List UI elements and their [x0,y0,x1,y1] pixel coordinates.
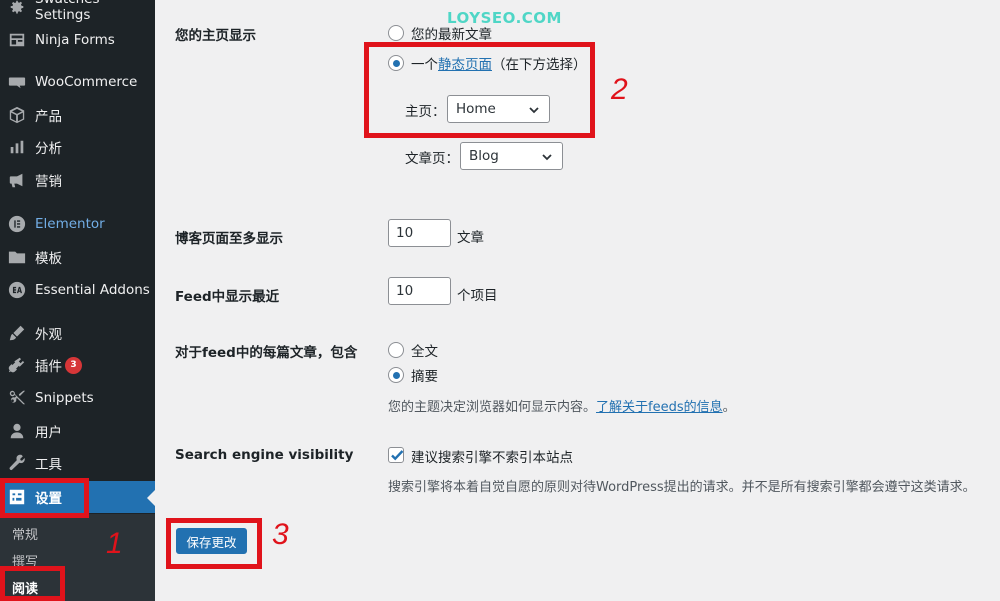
annotation-number-3: 3 [272,518,289,551]
menu-item-appearance[interactable]: 外观 [0,317,155,349]
active-menu-arrow [147,490,155,506]
menu-item-label: Swatches Settings [35,0,100,23]
discourage-search-label: 建议搜索引擎不索引本站点 [411,450,573,466]
annotation-box-settings [0,478,89,518]
menu-item-elementor[interactable]: Elementor [0,208,155,240]
box-icon [8,106,26,124]
feed-content-label: 对于feed中的每篇文章，包含 [175,345,358,361]
megaphone-icon [8,171,26,189]
feeds-info-link[interactable]: 了解关于feeds的信息 [596,400,723,415]
menu-item-label: WooCommerce [35,74,138,90]
gear-icon [8,0,26,16]
feed-items-unit: 个项目 [457,288,498,304]
chevron-down-icon [542,154,552,161]
menu-item-marketing[interactable]: 营销 [0,164,155,196]
menu-item-users[interactable]: 用户 [0,415,155,447]
discourage-search-checkbox[interactable] [388,447,404,463]
search-visibility-description: 搜索引擎将本着自觉自愿的原则对待WordPress提出的请求。并不是所有搜索引擎… [388,480,976,495]
menu-item-label: 用户 [35,425,62,441]
homepage-display-label: 您的主页显示 [175,28,256,44]
posts-page-select-value: Blog [469,148,499,164]
annotation-box-save [166,518,262,569]
menu-item-label: 分析 [35,141,62,157]
woocommerce-icon [8,73,26,91]
feed-summary-radio[interactable] [388,367,404,383]
feed-full-text-radio[interactable] [388,342,404,358]
menu-item-products[interactable]: 产品 [0,99,155,131]
feed-description-text: 您的主题决定浏览器如何显示内容。 [388,400,597,415]
submenu-item-general[interactable]: 常规 [12,524,38,543]
folder-icon [8,248,26,266]
menu-item-label: Ninja Forms [35,32,115,48]
menu-item-swatches[interactable]: Swatches Settings [0,0,155,23]
menu-item-label: 外观 [35,327,62,343]
bar-chart-icon [8,138,26,156]
wrench-icon [8,454,26,472]
feed-description-end: 。 [722,400,736,415]
plugin-update-count-badge: 3 [65,356,82,374]
elementor-icon [8,215,26,233]
annotation-number-1: 1 [106,527,123,560]
paintbrush-icon [8,324,26,342]
menu-item-label: Snippets [35,390,94,406]
menu-item-analytics[interactable]: 分析 [0,131,155,163]
plugin-icon [8,356,26,374]
essential-addons-icon [8,281,26,299]
menu-item-label: 产品 [35,109,62,125]
menu-item-label: 营销 [35,174,62,190]
menu-item-templates[interactable]: 模板 [0,241,155,273]
annotation-box-reading [0,566,65,601]
menu-item-snippets[interactable]: Snippets [0,382,155,414]
menu-item-label: 模板 [35,251,62,267]
menu-item-label: Elementor [35,216,105,232]
annotation-box-static-page [364,42,595,138]
menu-item-label: 插件 [35,359,62,375]
posts-per-page-value: 10 [396,225,414,241]
posts-per-page-input[interactable]: 10 [388,219,451,247]
latest-posts-radio[interactable] [388,25,404,41]
posts-per-page-unit: 文章 [457,230,484,246]
blog-pages-label: 博客页面至多显示 [175,231,283,247]
annotation-number-2: 2 [611,73,628,106]
posts-page-select-label: 文章页： [405,151,459,167]
search-visibility-label: Search engine visibility [175,447,354,463]
feed-summary-label: 摘要 [411,369,438,385]
menu-item-ninja-forms[interactable]: Ninja Forms [0,24,155,56]
feed-full-text-label: 全文 [411,344,438,360]
menu-item-tools[interactable]: 工具 [0,447,155,479]
scissors-icon [8,389,26,407]
menu-item-plugins[interactable]: 插件 3 [0,349,155,381]
menu-item-label: Essential Addons [35,282,150,298]
feed-items-input[interactable]: 10 [388,277,451,305]
feed-items-value: 10 [396,283,414,299]
checkmark-icon [391,450,404,461]
watermark: LOYSEO.COM [447,9,562,27]
feed-recent-label: Feed中显示最近 [175,289,280,305]
menu-item-woocommerce[interactable]: WooCommerce [0,66,155,98]
forms-icon [8,31,26,49]
posts-page-select[interactable]: Blog [460,142,563,170]
feed-description: 您的主题决定浏览器如何显示内容。了解关于feeds的信息。 [388,396,736,415]
menu-item-essential-addons[interactable]: Essential Addons [0,274,155,306]
user-icon [8,422,26,440]
menu-item-label: 工具 [35,457,62,473]
